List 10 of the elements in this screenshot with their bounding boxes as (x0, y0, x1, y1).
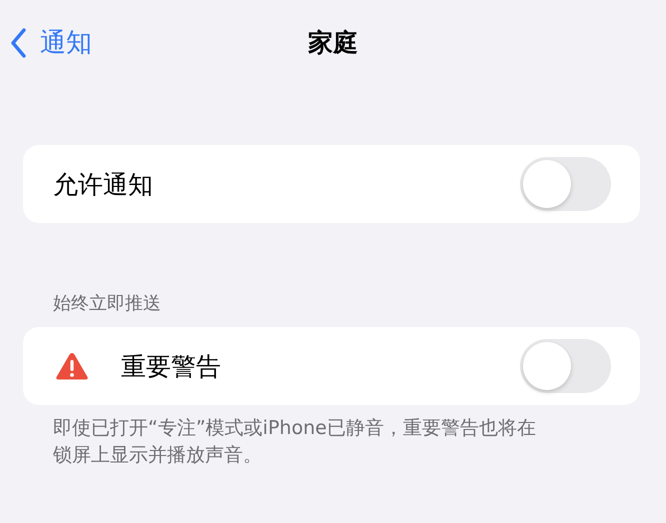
chevron-left-icon (10, 28, 26, 58)
footer-note: 即使已打开“专注”模式或iPhone已静音，重要警告也将在锁屏上显示并播放声音。 (53, 416, 537, 468)
toggle-switch[interactable] (520, 339, 611, 393)
section-header: 始终立即推送 (52, 292, 162, 315)
warning-icon (55, 351, 89, 381)
setting-label: 重要警告 (121, 350, 222, 382)
toggle-switch[interactable] (520, 157, 611, 211)
back-button[interactable]: 通知 (10, 25, 92, 60)
setting-label: 允许通知 (53, 168, 154, 200)
page-title: 家庭 (308, 26, 358, 58)
